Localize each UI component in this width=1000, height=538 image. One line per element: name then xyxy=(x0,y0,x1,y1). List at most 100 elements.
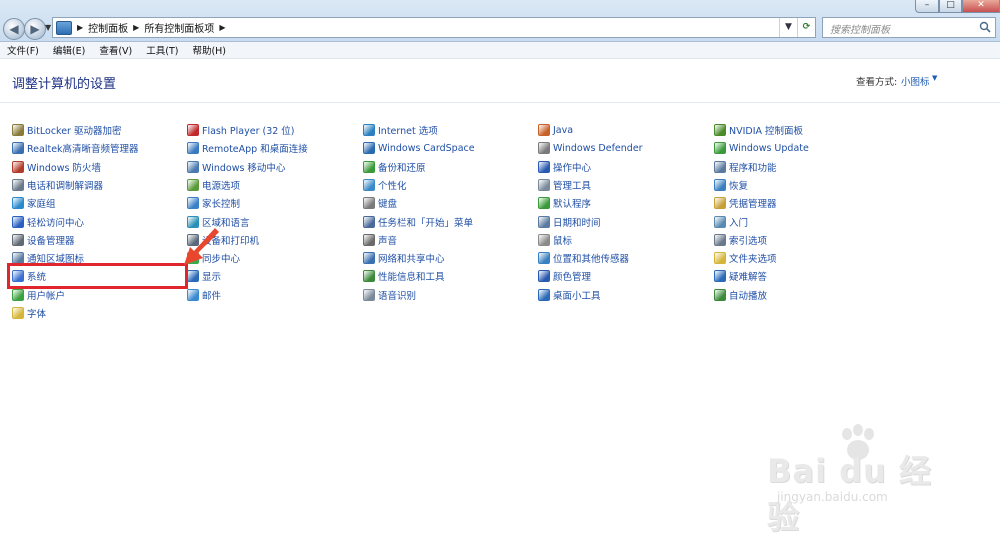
item-label: BitLocker 驱动器加密 xyxy=(27,126,122,137)
item-label: 鼠标 xyxy=(553,235,573,247)
control-panel-item[interactable]: Windows Defender xyxy=(538,140,643,156)
menu-help[interactable]: 帮助(H) xyxy=(185,43,233,57)
control-panel-item[interactable]: Realtek高清晰音频管理器 xyxy=(12,140,139,156)
item-label: 设备管理器 xyxy=(27,235,75,247)
item-label: 索引选项 xyxy=(729,235,768,247)
control-panel-item[interactable]: 鼠标 xyxy=(538,232,572,248)
control-panel-item[interactable]: 电源选项 xyxy=(187,177,240,193)
control-panel-item[interactable]: 轻松访问中心 xyxy=(12,214,84,230)
control-panel-item[interactable]: 字体 xyxy=(12,305,46,321)
item-label: 管理工具 xyxy=(553,180,592,192)
annotation-arrow-icon xyxy=(184,228,219,265)
chevron-right-icon[interactable]: ▶ xyxy=(219,23,225,32)
control-panel-item[interactable]: Windows Update xyxy=(714,140,809,156)
control-panel-item[interactable]: 疑难解答 xyxy=(714,268,767,284)
control-panel-item[interactable]: BitLocker 驱动器加密 xyxy=(12,122,121,138)
control-panel-item[interactable]: NVIDIA 控制面板 xyxy=(714,122,803,138)
breadcrumb-all-items[interactable]: 所有控制面板项 xyxy=(144,20,214,35)
control-panel-item[interactable]: 颜色管理 xyxy=(538,268,591,284)
item-label: 电话和调制解调器 xyxy=(27,180,104,192)
control-panel-item[interactable]: 文件夹选项 xyxy=(714,250,777,266)
item-label: 性能信息和工具 xyxy=(378,272,445,284)
control-panel-item[interactable]: 入门 xyxy=(714,214,748,230)
control-panel-item[interactable]: 备份和还原 xyxy=(363,159,426,175)
item-label: 任务栏和「开始」菜单 xyxy=(378,217,474,229)
control-panel-item[interactable]: 用户帐户 xyxy=(12,287,65,303)
close-button[interactable]: ✕ xyxy=(962,0,1000,13)
applet-icon xyxy=(363,215,375,228)
control-panel-item[interactable]: 凭据管理器 xyxy=(714,195,777,211)
item-label: Windows CardSpace xyxy=(378,142,475,154)
page-title: 调整计算机的设置 xyxy=(12,77,117,92)
control-panel-item[interactable]: 声音 xyxy=(363,232,397,248)
applet-icon xyxy=(12,233,24,246)
item-label: 入门 xyxy=(729,217,749,229)
recent-pages-chevron-icon[interactable]: ▼ xyxy=(45,23,51,32)
item-label: 颜色管理 xyxy=(553,272,592,284)
item-label: 显示 xyxy=(202,272,222,284)
menu-edit[interactable]: 编辑(E) xyxy=(46,43,92,57)
control-panel-item[interactable]: 家长控制 xyxy=(187,195,240,211)
control-panel-item[interactable]: Internet 选项 xyxy=(363,122,438,138)
address-dropdown-icon[interactable]: ▼ xyxy=(779,18,797,37)
item-label: 日期和时间 xyxy=(553,217,601,229)
control-panel-item[interactable]: 程序和功能 xyxy=(714,159,777,175)
control-panel-item[interactable]: Windows 移动中心 xyxy=(187,159,285,175)
refresh-icon[interactable]: ⟳ xyxy=(797,18,815,37)
maximize-button[interactable]: □ xyxy=(939,0,962,13)
search-icon[interactable] xyxy=(979,21,991,33)
control-panel-item[interactable]: 恢复 xyxy=(714,177,748,193)
control-panel-item[interactable]: 语音识别 xyxy=(363,287,416,303)
menu-file[interactable]: 文件(F) xyxy=(0,43,46,57)
back-button[interactable]: ◀ xyxy=(3,18,25,40)
control-panel-item[interactable]: 日期和时间 xyxy=(538,214,601,230)
control-panel-item[interactable]: 键盘 xyxy=(363,195,397,211)
chevron-down-icon[interactable]: ▼ xyxy=(932,74,937,82)
control-panel-item[interactable]: 桌面小工具 xyxy=(538,287,601,303)
breadcrumb-control-panel[interactable]: 控制面板 xyxy=(88,20,128,35)
item-label: 默认程序 xyxy=(553,199,592,211)
chevron-right-icon[interactable]: ▶ xyxy=(77,23,83,32)
applet-icon xyxy=(363,270,375,283)
control-panel-item[interactable]: RemoteApp 和桌面连接 xyxy=(187,140,308,156)
chevron-right-icon[interactable]: ▶ xyxy=(133,23,139,32)
control-panel-item[interactable]: 性能信息和工具 xyxy=(363,268,445,284)
minimize-button[interactable]: – xyxy=(915,0,939,13)
item-label: Java xyxy=(553,124,574,136)
control-panel-item[interactable]: Flash Player (32 位) xyxy=(187,122,295,138)
control-panel-item[interactable]: 自动播放 xyxy=(714,287,767,303)
control-panel-item[interactable]: 显示 xyxy=(187,268,221,284)
control-panel-item[interactable]: Java xyxy=(538,122,573,138)
applet-icon xyxy=(12,197,24,210)
control-panel-item[interactable]: 任务栏和「开始」菜单 xyxy=(363,214,473,230)
control-panel-item[interactable]: 索引选项 xyxy=(714,232,767,248)
control-panel-item[interactable]: 设备管理器 xyxy=(12,232,75,248)
applet-icon xyxy=(538,178,550,191)
applet-icon xyxy=(538,142,550,155)
control-panel-item[interactable]: Windows 防火墙 xyxy=(12,159,101,175)
control-panel-item[interactable]: 位置和其他传感器 xyxy=(538,250,629,266)
applet-icon xyxy=(363,197,375,210)
view-by-dropdown[interactable]: 小图标 xyxy=(901,74,930,88)
menu-tools[interactable]: 工具(T) xyxy=(139,43,185,57)
control-panel-icon xyxy=(56,20,72,35)
search-box[interactable]: 搜索控制面板 xyxy=(822,17,996,38)
control-panel-item[interactable]: 家庭组 xyxy=(12,195,56,211)
control-panel-item[interactable]: 个性化 xyxy=(363,177,407,193)
item-label: 邮件 xyxy=(202,290,222,302)
control-panel-item[interactable]: 邮件 xyxy=(187,287,221,303)
applet-icon xyxy=(363,160,375,173)
control-panel-item[interactable]: Windows CardSpace xyxy=(363,140,475,156)
menu-view[interactable]: 查看(V) xyxy=(92,43,139,57)
control-panel-item[interactable]: 操作中心 xyxy=(538,159,591,175)
control-panel-item[interactable]: 电话和调制解调器 xyxy=(12,177,103,193)
address-bar[interactable]: ▶ 控制面板 ▶ 所有控制面板项 ▶ ▼ ⟳ xyxy=(52,17,816,38)
search-placeholder: 搜索控制面板 xyxy=(830,25,890,36)
control-panel-item[interactable]: 网络和共享中心 xyxy=(363,250,445,266)
control-panel-item[interactable]: 管理工具 xyxy=(538,177,591,193)
forward-button[interactable]: ▶ xyxy=(24,18,46,40)
item-label: 操作中心 xyxy=(553,162,592,174)
item-label: 电源选项 xyxy=(202,180,241,192)
watermark-url: jingyan.baidu.com xyxy=(777,490,888,504)
control-panel-item[interactable]: 默认程序 xyxy=(538,195,591,211)
